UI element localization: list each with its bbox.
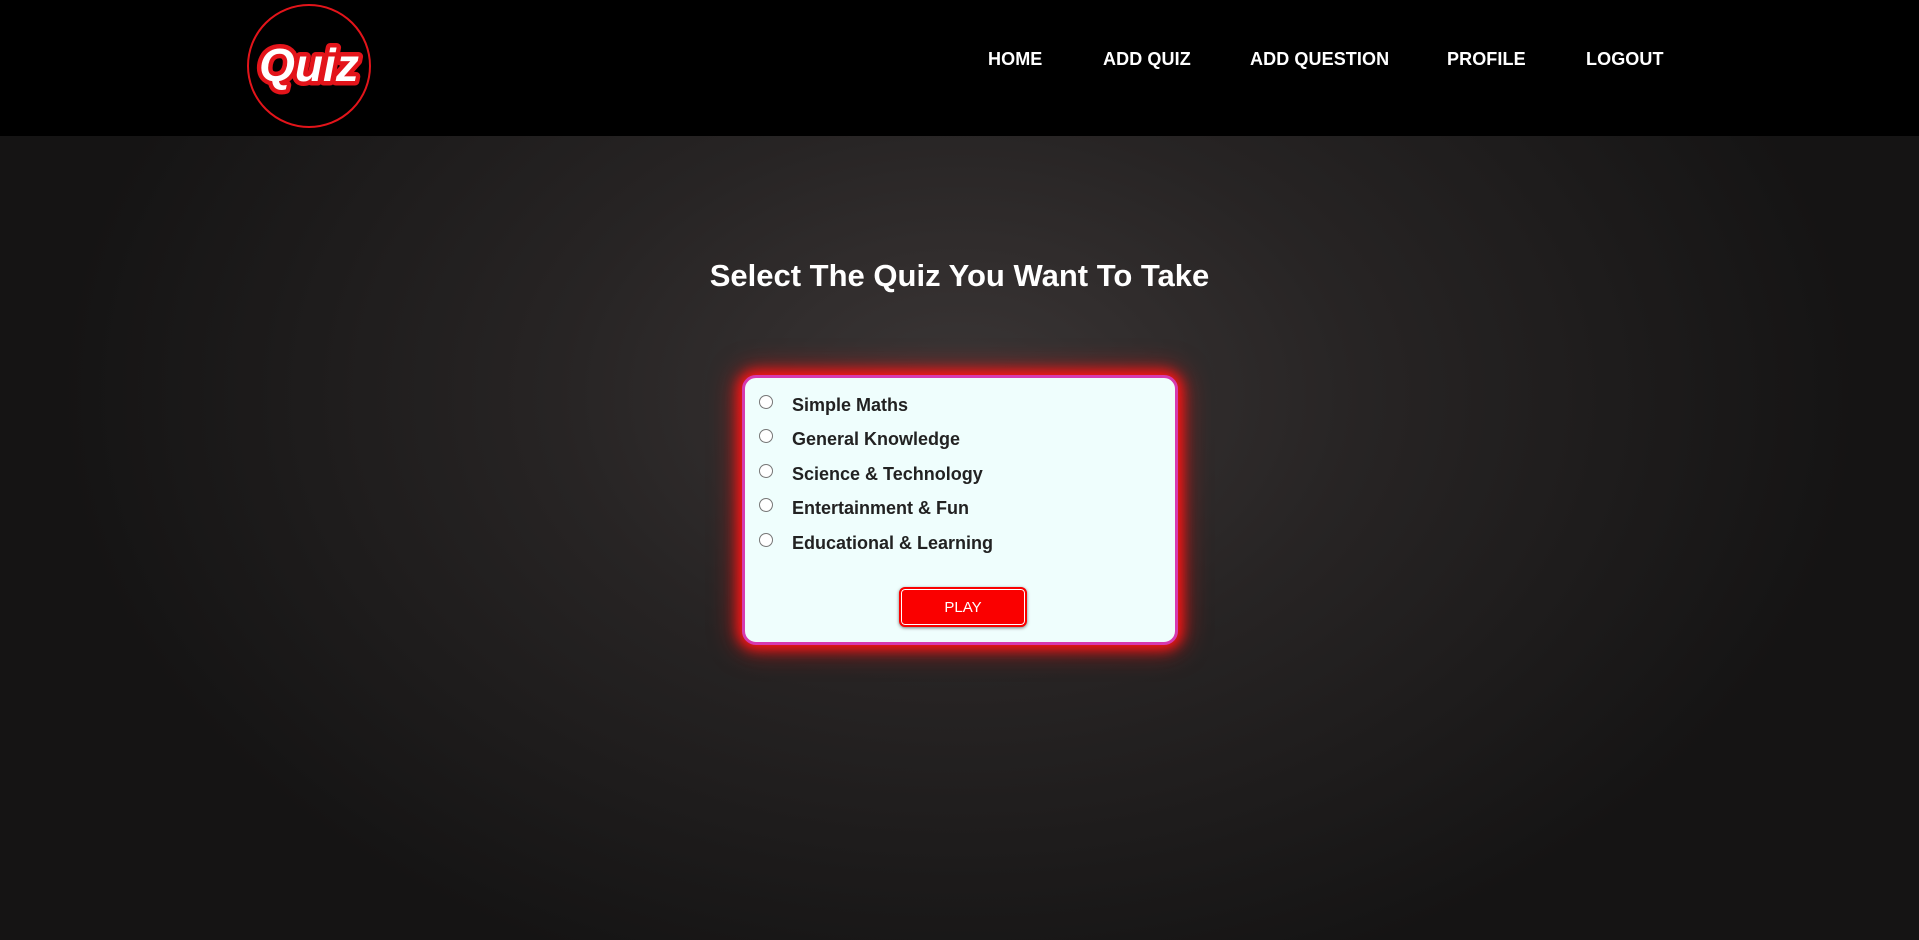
quiz-selection-card: Simple Maths General Knowledge Science &… <box>742 375 1178 645</box>
nav-profile-link[interactable]: PROFILE <box>1447 49 1526 70</box>
play-button[interactable]: PLAY <box>899 587 1027 627</box>
nav-add-quiz-link[interactable]: ADD QUIZ <box>1103 49 1191 70</box>
quiz-option-radio[interactable] <box>759 498 773 512</box>
quiz-option-radio[interactable] <box>759 429 773 443</box>
quiz-option-science-technology[interactable]: Science & Technology <box>759 461 983 487</box>
quiz-option-general-knowledge[interactable]: General Knowledge <box>759 426 960 452</box>
quiz-option-radio[interactable] <box>759 533 773 547</box>
quiz-logo-icon[interactable]: Quiz Quiz <box>247 4 371 128</box>
logo-text: Quiz <box>259 39 359 91</box>
quiz-option-simple-maths[interactable]: Simple Maths <box>759 392 908 418</box>
page-title: Select The Quiz You Want To Take <box>709 258 1210 293</box>
quiz-option-label: Entertainment & Fun <box>792 497 970 518</box>
quiz-option-entertainment-fun[interactable]: Entertainment & Fun <box>759 495 969 521</box>
nav-home-link[interactable]: HOME <box>988 49 1042 70</box>
nav-logout-link[interactable]: LOGOUT <box>1586 49 1664 70</box>
quiz-logo-graphic: Quiz Quiz <box>255 35 364 96</box>
quiz-option-label: General Knowledge <box>792 428 961 449</box>
quiz-option-label: Science & Technology <box>792 463 983 484</box>
nav-add-question-link[interactable]: ADD QUESTION <box>1250 49 1389 70</box>
quiz-option-educational-learning[interactable]: Educational & Learning <box>759 530 993 556</box>
navbar: Quiz Quiz HOME ADD QUIZ ADD QUESTION PRO… <box>0 0 1919 136</box>
quiz-option-radio[interactable] <box>759 464 773 478</box>
quiz-option-label: Educational & Learning <box>792 532 994 553</box>
quiz-option-label: Simple Maths <box>792 394 909 415</box>
quiz-option-radio[interactable] <box>759 395 773 409</box>
